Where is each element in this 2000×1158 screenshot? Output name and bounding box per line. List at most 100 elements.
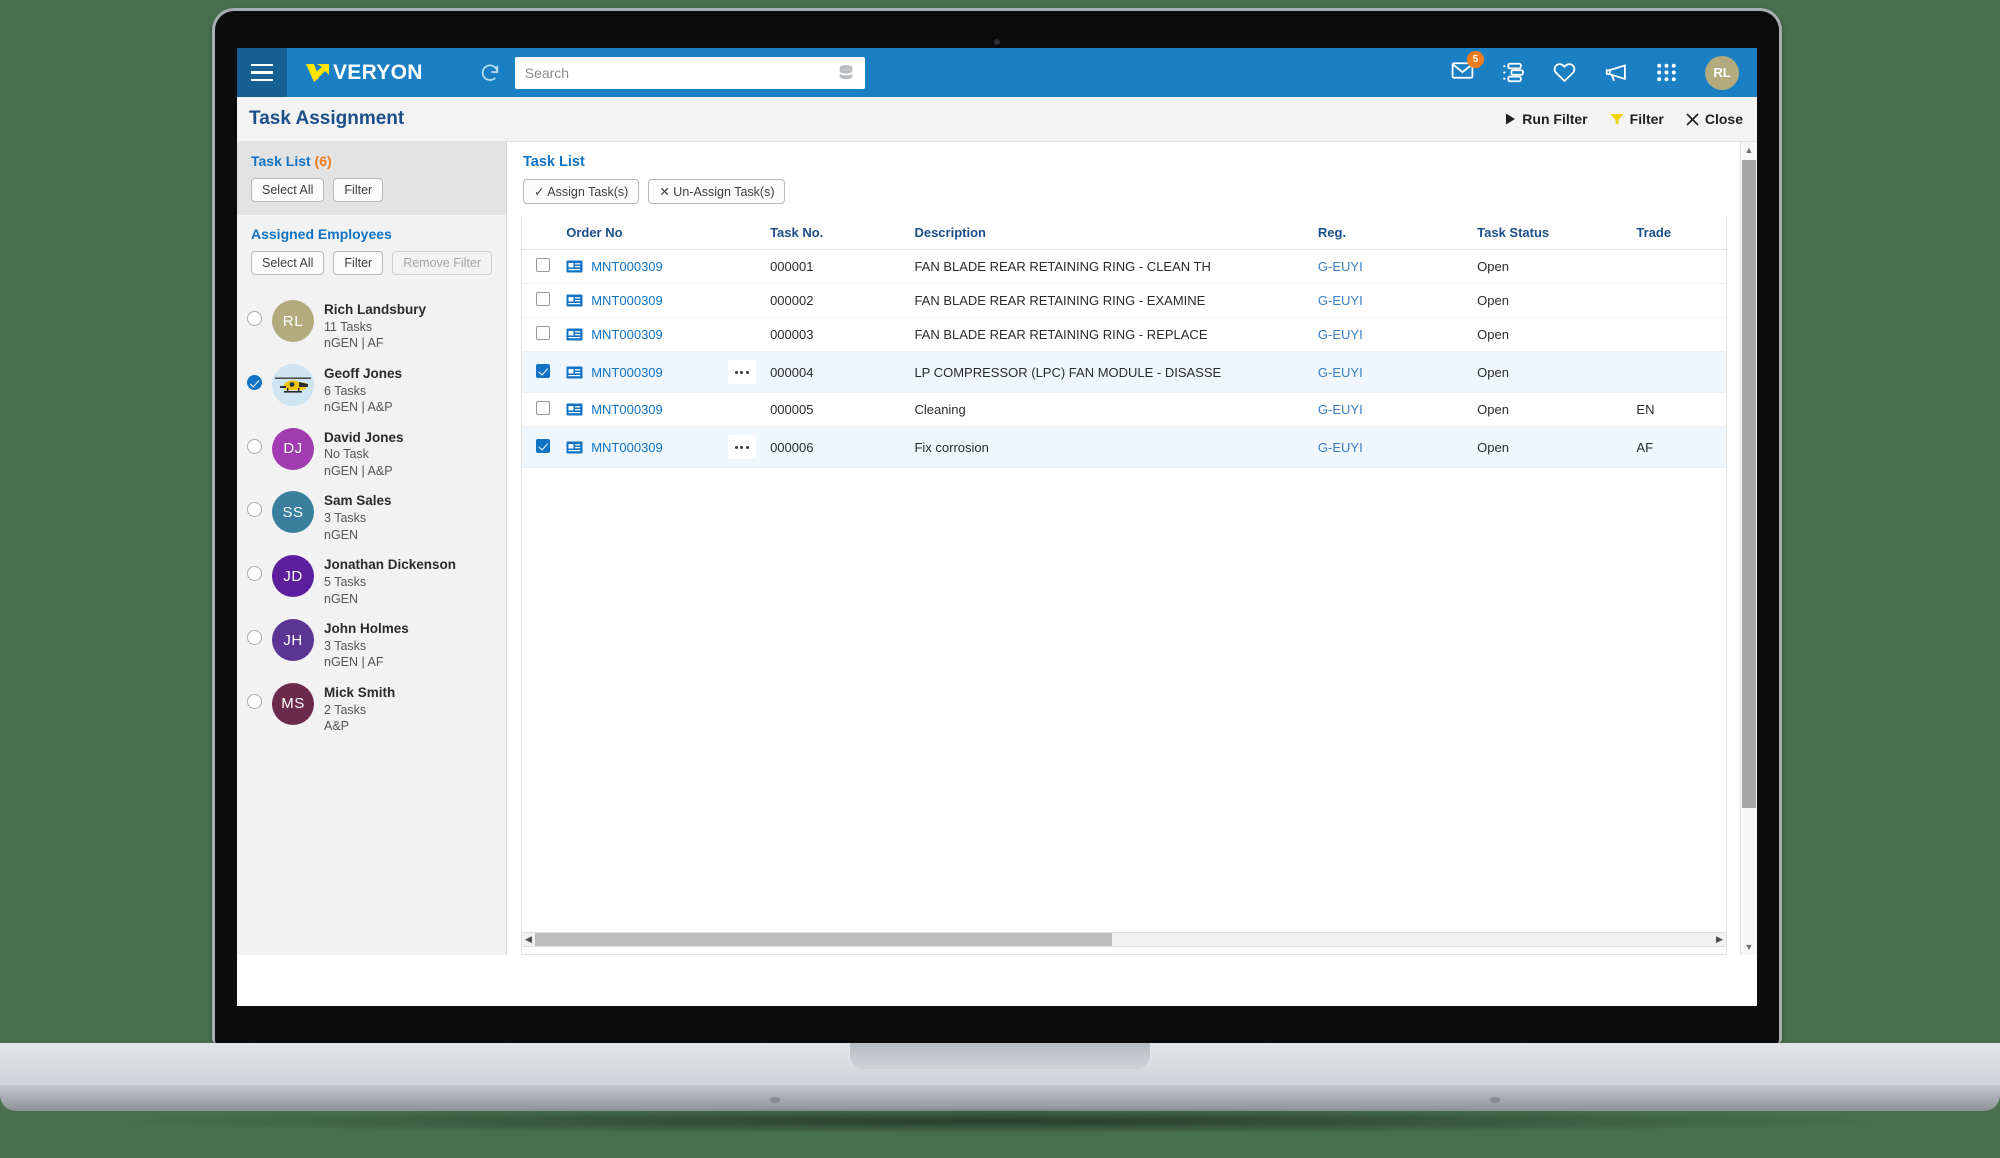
database-icon[interactable]: [835, 62, 857, 84]
employee-radio[interactable]: [247, 630, 262, 645]
col-task-no[interactable]: Task No.: [764, 216, 908, 250]
order-no-cell[interactable]: MNT000309: [560, 352, 721, 393]
reg-link[interactable]: G-EUYI: [1318, 365, 1363, 380]
filter-button[interactable]: Filter: [1610, 111, 1664, 127]
row-checkbox[interactable]: [536, 258, 550, 272]
table-row[interactable]: MNT000309000005CleaningG-EUYIOpenEN: [522, 393, 1726, 427]
scroll-up-icon[interactable]: ▲: [1745, 142, 1754, 158]
row-actions-cell[interactable]: [722, 284, 764, 318]
close-button[interactable]: Close: [1686, 111, 1743, 127]
row-checkbox[interactable]: [536, 364, 550, 378]
row-actions-cell[interactable]: [722, 250, 764, 284]
row-more-menu-icon[interactable]: [728, 360, 756, 384]
employee-radio[interactable]: [247, 439, 262, 454]
assign-tasks-button[interactable]: ✓ Assign Task(s): [523, 179, 639, 204]
row-select-cell[interactable]: [522, 284, 560, 318]
vscroll-thumb[interactable]: [1742, 160, 1756, 808]
heart-icon[interactable]: [1552, 60, 1577, 85]
horizontal-scrollbar[interactable]: ◀ ▶: [521, 932, 1727, 947]
order-no-cell[interactable]: MNT000309: [560, 284, 721, 318]
vertical-scrollbar[interactable]: ▲ ▼: [1740, 142, 1757, 955]
order-no-cell[interactable]: MNT000309: [560, 393, 721, 427]
row-select-cell[interactable]: [522, 250, 560, 284]
apps-grid-icon[interactable]: [1654, 60, 1679, 85]
scroll-down-icon[interactable]: ▼: [1745, 939, 1754, 955]
col-description[interactable]: Description: [908, 216, 1311, 250]
row-select-cell[interactable]: [522, 318, 560, 352]
reg-cell[interactable]: G-EUYI: [1312, 284, 1471, 318]
reg-link[interactable]: G-EUYI: [1318, 402, 1363, 417]
refresh-icon[interactable]: [479, 62, 501, 84]
col-task-status[interactable]: Task Status: [1471, 216, 1630, 250]
employee-list-item[interactable]: DJDavid JonesNo TasknGEN | A&P: [237, 422, 506, 486]
employee-radio[interactable]: [247, 694, 262, 709]
task-filter-button[interactable]: Filter: [333, 178, 383, 202]
row-more-menu-icon[interactable]: [728, 435, 756, 459]
vscroll-track[interactable]: [1741, 158, 1757, 939]
reg-cell[interactable]: G-EUYI: [1312, 352, 1471, 393]
order-no-link[interactable]: MNT000309: [591, 293, 663, 308]
order-no-link[interactable]: MNT000309: [591, 402, 663, 417]
employee-radio[interactable]: [247, 375, 262, 390]
row-checkbox[interactable]: [536, 292, 550, 306]
col-order-no[interactable]: Order No: [560, 216, 721, 250]
brand-logo[interactable]: VERYON: [305, 61, 423, 85]
order-no-cell[interactable]: MNT000309: [560, 250, 721, 284]
row-checkbox[interactable]: [536, 439, 550, 453]
emp-select-all-button[interactable]: Select All: [251, 251, 324, 275]
row-actions-cell[interactable]: [722, 393, 764, 427]
table-row[interactable]: MNT000309000004LP COMPRESSOR (LPC) FAN M…: [522, 352, 1726, 393]
hscroll-track[interactable]: [535, 933, 1713, 946]
run-filter-button[interactable]: Run Filter: [1505, 111, 1587, 127]
user-avatar[interactable]: RL: [1705, 56, 1739, 90]
table-row[interactable]: MNT000309000001FAN BLADE REAR RETAINING …: [522, 250, 1726, 284]
hamburger-icon[interactable]: [237, 48, 287, 97]
unassign-tasks-button[interactable]: ✕ Un-Assign Task(s): [648, 179, 785, 204]
order-no-link[interactable]: MNT000309: [591, 327, 663, 342]
employee-radio[interactable]: [247, 502, 262, 517]
tasks-list-icon[interactable]: [1501, 60, 1526, 85]
reg-link[interactable]: G-EUYI: [1318, 293, 1363, 308]
row-checkbox[interactable]: [536, 401, 550, 415]
row-actions-cell[interactable]: [722, 318, 764, 352]
employee-list-item[interactable]: JDJonathan Dickenson5 TasksnGEN: [237, 549, 506, 613]
reg-cell[interactable]: G-EUYI: [1312, 427, 1471, 468]
row-checkbox[interactable]: [536, 326, 550, 340]
reg-link[interactable]: G-EUYI: [1318, 259, 1363, 274]
employee-list-item[interactable]: Geoff Jones6 TasksnGEN | A&P: [237, 358, 506, 422]
reg-cell[interactable]: G-EUYI: [1312, 318, 1471, 352]
row-actions-cell[interactable]: [722, 427, 764, 468]
order-no-link[interactable]: MNT000309: [591, 259, 663, 274]
row-select-cell[interactable]: [522, 352, 560, 393]
employee-list-item[interactable]: JHJohn Holmes3 TasksnGEN | AF: [237, 613, 506, 677]
reg-link[interactable]: G-EUYI: [1318, 440, 1363, 455]
table-row[interactable]: MNT000309000003FAN BLADE REAR RETAINING …: [522, 318, 1726, 352]
table-row[interactable]: MNT000309000006Fix corrosionG-EUYIOpenAF: [522, 427, 1726, 468]
reg-link[interactable]: G-EUYI: [1318, 327, 1363, 342]
col-reg[interactable]: Reg.: [1312, 216, 1471, 250]
col-trade[interactable]: Trade: [1630, 216, 1726, 250]
megaphone-icon[interactable]: [1603, 60, 1628, 85]
scroll-right-icon[interactable]: ▶: [1713, 934, 1726, 945]
row-select-cell[interactable]: [522, 427, 560, 468]
reg-cell[interactable]: G-EUYI: [1312, 250, 1471, 284]
table-row[interactable]: MNT000309000002FAN BLADE REAR RETAINING …: [522, 284, 1726, 318]
employee-list-item[interactable]: SSSam Sales3 TasksnGEN: [237, 485, 506, 549]
hscroll-thumb[interactable]: [535, 933, 1112, 946]
order-no-link[interactable]: MNT000309: [591, 440, 663, 455]
emp-filter-button[interactable]: Filter: [333, 251, 383, 275]
row-select-cell[interactable]: [522, 393, 560, 427]
order-no-cell[interactable]: MNT000309: [560, 427, 721, 468]
employee-radio[interactable]: [247, 566, 262, 581]
mail-icon-wrap[interactable]: 5: [1450, 58, 1475, 88]
row-actions-cell[interactable]: [722, 352, 764, 393]
employee-radio[interactable]: [247, 311, 262, 326]
employee-list-item[interactable]: MSMick Smith2 TasksA&P: [237, 677, 506, 741]
scroll-left-icon[interactable]: ◀: [522, 934, 535, 945]
order-no-cell[interactable]: MNT000309: [560, 318, 721, 352]
emp-remove-filter-button[interactable]: Remove Filter: [392, 251, 492, 275]
order-no-link[interactable]: MNT000309: [591, 365, 663, 380]
task-select-all-button[interactable]: Select All: [251, 178, 324, 202]
search-input[interactable]: [515, 57, 865, 89]
reg-cell[interactable]: G-EUYI: [1312, 393, 1471, 427]
